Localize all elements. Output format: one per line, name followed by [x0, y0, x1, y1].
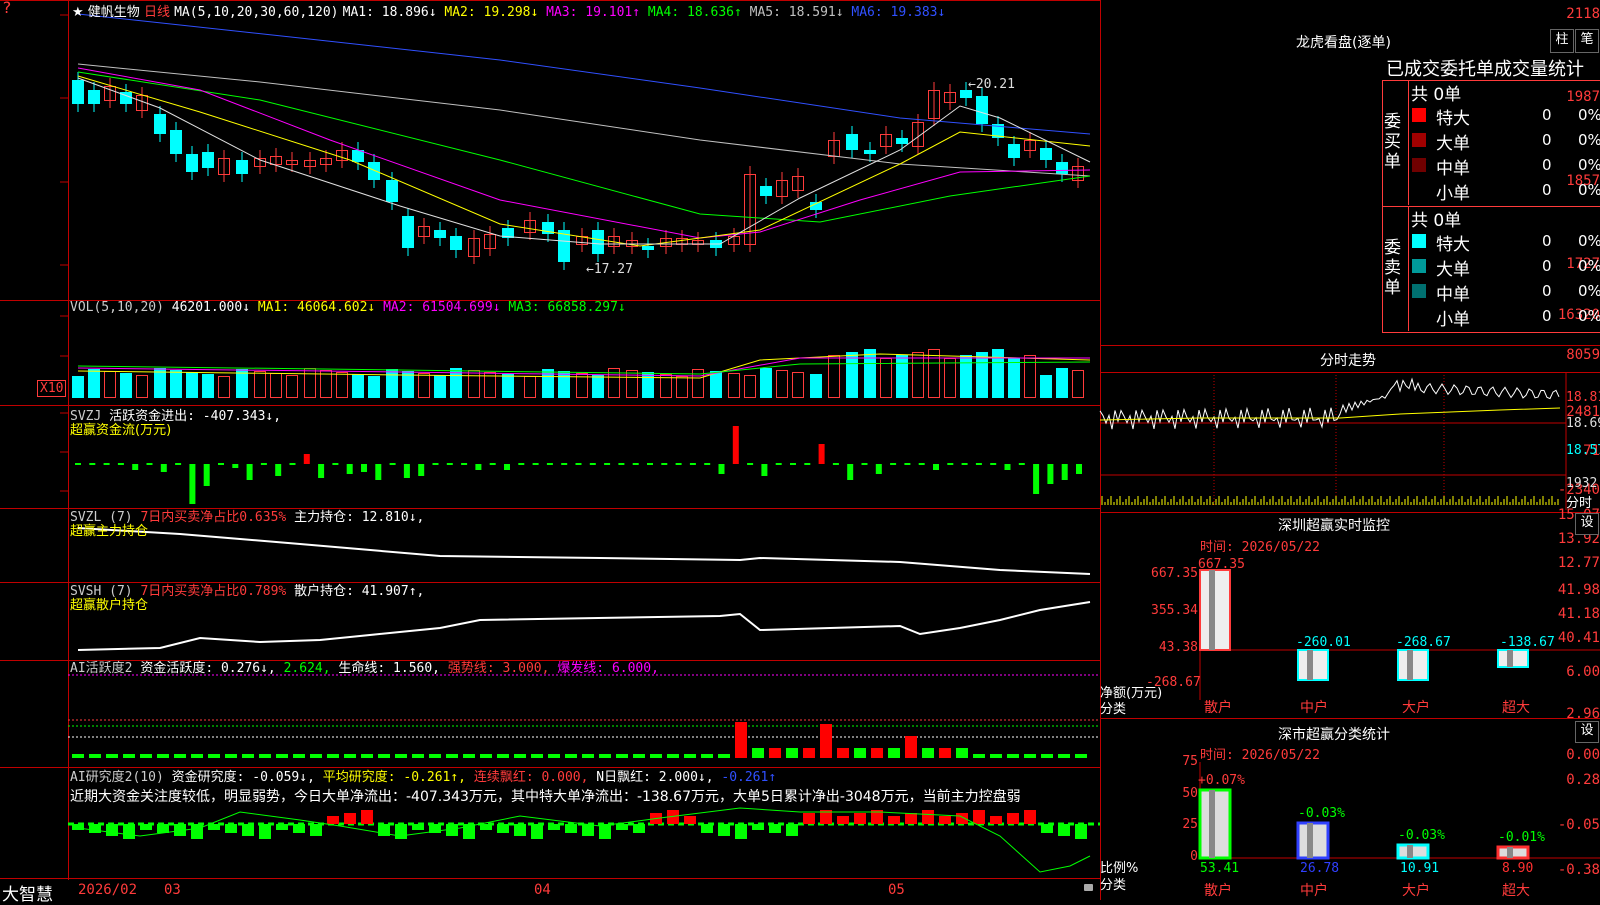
classify-change: +0.07%	[1198, 773, 1245, 788]
classify-category: 散户	[1204, 882, 1232, 899]
classify-chart: +0.07% 53.41 散户 -0.03% 26.78 中户 -0.03% 10.91 大户 -…	[1198, 762, 1600, 899]
classify-category: 大户	[1402, 882, 1430, 899]
classify-bar-shade	[1407, 845, 1413, 858]
classify-value: 8.90	[1502, 861, 1533, 876]
classify-y-label: 50	[1182, 786, 1198, 801]
classify-change: -0.01%	[1498, 830, 1545, 845]
classify-y-label: 25	[1182, 817, 1198, 832]
classify-category: 中户	[1300, 882, 1328, 899]
classify-xlabel: 分类	[1100, 878, 1127, 893]
classify-y-label: 0	[1190, 849, 1198, 864]
classify-bar-shade	[1209, 790, 1215, 858]
classify-value: 10.91	[1400, 861, 1439, 876]
classify-bar-shade	[1307, 823, 1313, 858]
classify-value: 26.78	[1300, 861, 1339, 876]
classify-change: -0.03%	[1398, 828, 1445, 843]
classify-category: 超大	[1502, 883, 1530, 899]
classify-change: -0.03%	[1298, 806, 1345, 821]
classify-bar-shade	[1507, 847, 1513, 858]
classify-value: 53.41	[1200, 861, 1239, 876]
classify-y-label: 75	[1182, 754, 1198, 769]
